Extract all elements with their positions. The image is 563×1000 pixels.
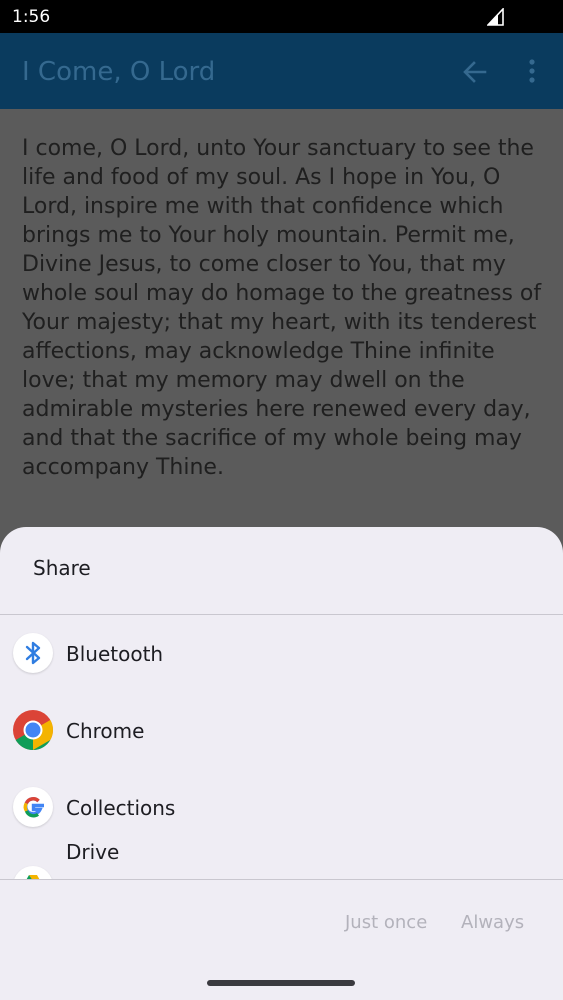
app-bar: I Come, O Lord	[0, 33, 563, 109]
share-item-label: Collections	[66, 796, 176, 820]
status-bar: 1:56	[0, 0, 563, 33]
home-indicator[interactable]	[207, 980, 355, 986]
share-item-label: Chrome	[66, 719, 145, 743]
bluetooth-icon	[13, 633, 53, 673]
share-item-label: Drive	[66, 840, 120, 864]
share-app-list[interactable]: Bluetooth Chrome Collections Drive	[0, 615, 563, 879]
chrome-icon	[13, 710, 53, 750]
share-item-label: Bluetooth	[66, 642, 164, 666]
back-arrow-icon[interactable]	[462, 59, 488, 85]
share-item-chrome[interactable]: Chrome	[0, 692, 563, 769]
share-item-collections[interactable]: Collections	[0, 769, 563, 846]
share-item-bluetooth[interactable]: Bluetooth	[0, 615, 563, 692]
drive-icon	[13, 866, 53, 879]
signal-icon	[487, 8, 504, 26]
just-once-button[interactable]: Just once	[345, 912, 427, 933]
google-icon	[13, 787, 53, 827]
more-options-icon[interactable]	[520, 57, 544, 85]
always-button[interactable]: Always	[461, 912, 524, 933]
share-sheet-title: Share	[33, 556, 91, 580]
page-title: I Come, O Lord	[22, 57, 216, 87]
status-time: 1:56	[12, 7, 51, 27]
share-sheet: Share Bluetooth Chrome Collections Drive…	[0, 527, 563, 1000]
divider	[0, 879, 563, 880]
share-item-drive[interactable]: Drive	[0, 840, 563, 879]
prayer-text: I come, O Lord, unto Your sanctuary to s…	[22, 136, 542, 480]
